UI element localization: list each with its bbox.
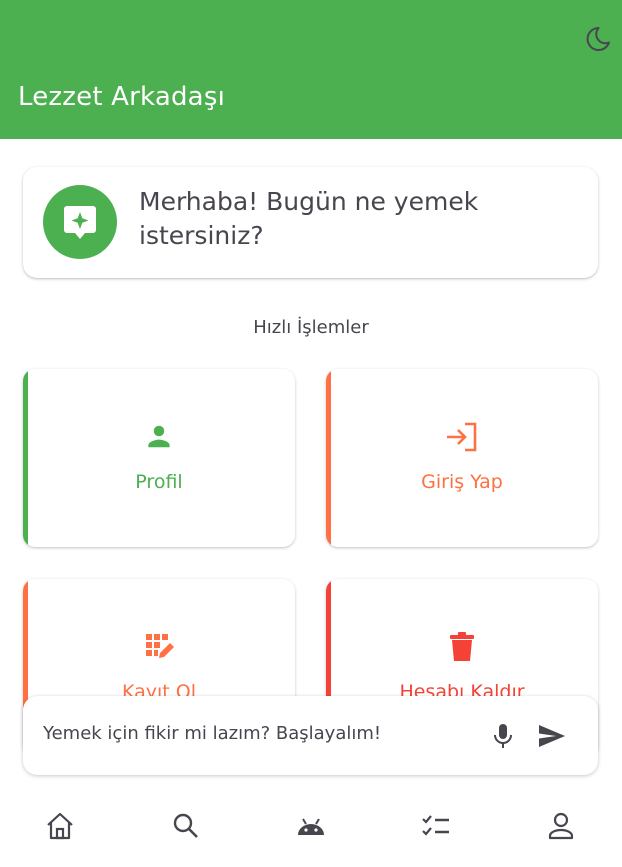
assistant-avatar (43, 185, 117, 259)
login-icon (326, 421, 598, 457)
profile-label: Profil (135, 471, 183, 493)
quick-actions-title: Hızlı İşlemler (253, 317, 369, 338)
send-icon[interactable] (537, 723, 567, 753)
person-icon (23, 421, 295, 455)
checklist-icon[interactable] (420, 810, 452, 842)
app-bar: Lezzet Arkadaşı (0, 0, 622, 139)
trash-icon (326, 631, 598, 667)
bottom-navigation (0, 790, 622, 867)
android-icon[interactable] (295, 810, 327, 842)
login-tile[interactable]: Giriş Yap (326, 369, 598, 547)
edit-note-icon (23, 631, 295, 667)
tile-accent-bar (23, 369, 28, 547)
tile-accent-bar (326, 369, 331, 547)
dark-mode-toggle-icon[interactable] (583, 24, 613, 54)
profile-tile[interactable]: Profil (23, 369, 295, 547)
chat-input[interactable]: Yemek için fikir mi lazım? Başlayalım! (43, 723, 381, 744)
home-icon[interactable] (44, 810, 76, 842)
microphone-icon[interactable] (491, 722, 515, 754)
profile-icon[interactable] (545, 810, 577, 842)
search-icon[interactable] (170, 810, 202, 842)
login-label: Giriş Yap (421, 471, 503, 493)
assistant-sparkle-icon (64, 206, 96, 239)
chat-input-bar: Yemek için fikir mi lazım? Başlayalım! (23, 696, 598, 775)
app-title: Lezzet Arkadaşı (18, 82, 225, 112)
greeting-message: Merhaba! Bugün ne yemek istersiniz? (139, 187, 479, 250)
greeting-card: Merhaba! Bugün ne yemek istersiniz? (23, 167, 598, 278)
